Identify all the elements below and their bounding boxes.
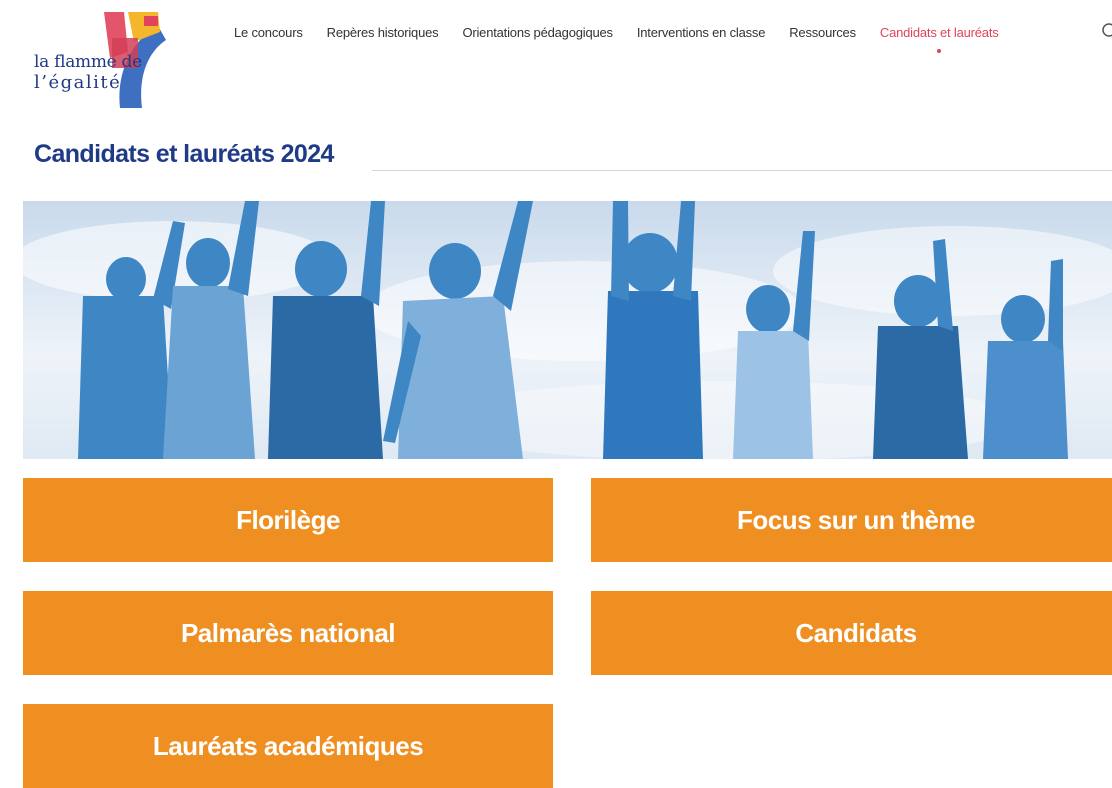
title-divider — [372, 170, 1112, 171]
tile-candidats[interactable]: Candidats — [591, 591, 1112, 675]
nav-item-candidats-et-laureats[interactable]: Candidats et lauréats — [879, 25, 999, 53]
logo-text-line2: l’égalité — [34, 72, 122, 93]
page-title: Candidats et lauréats 2024 — [34, 140, 334, 168]
tile-palmares-national[interactable]: Palmarès national — [23, 591, 553, 675]
hero-image — [23, 201, 1112, 459]
tile-focus-sur-un-theme[interactable]: Focus sur un thème — [591, 478, 1112, 562]
logo-text-line1: la flamme de — [34, 52, 142, 72]
nav-item-orientations-pedagogiques[interactable]: Orientations pédagogiques — [462, 25, 613, 40]
tile-florilege[interactable]: Florilège — [23, 478, 553, 562]
tile-laureats-academiques[interactable]: Lauréats académiques — [23, 704, 553, 788]
nav-item-label: Candidats et lauréats — [879, 25, 999, 40]
hero-illustration — [23, 201, 1112, 459]
nav-item-reperes-historiques[interactable]: Repères historiques — [327, 25, 439, 40]
nav-item-le-concours[interactable]: Le concours — [234, 25, 303, 40]
search-icon[interactable] — [1100, 22, 1112, 40]
main-nav: Le concours Repères historiques Orientat… — [234, 25, 1023, 53]
nav-item-interventions-en-classe[interactable]: Interventions en classe — [637, 25, 766, 40]
nav-item-ressources[interactable]: Ressources — [789, 25, 856, 40]
active-indicator — [937, 49, 942, 53]
site-logo[interactable]: la flamme de l’égalité — [24, 12, 174, 108]
